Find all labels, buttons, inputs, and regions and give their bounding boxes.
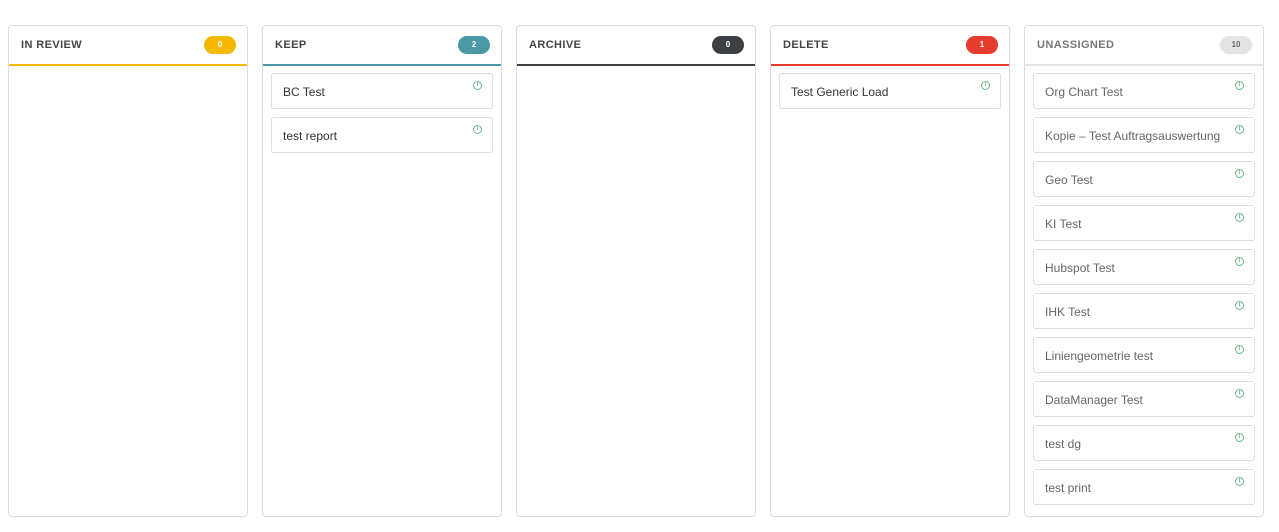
report-card[interactable]: DataManager Test i — [1033, 381, 1255, 417]
card-label: IHK Test — [1045, 305, 1091, 319]
card-list: BC Test i test report i — [271, 73, 493, 161]
column-delete: DELETE 1 Test Generic Load i — [770, 25, 1010, 517]
column-unassigned: UNASSIGNED 10 Org Chart Test i Kopie – Tes… — [1024, 25, 1264, 517]
card-label: test print — [1045, 481, 1092, 495]
report-card[interactable]: Test Generic Load i — [779, 73, 1001, 109]
report-card[interactable]: test print i — [1033, 469, 1255, 505]
column-header: IN REVIEW 0 — [9, 26, 247, 66]
column-in-review: IN REVIEW 0 — [8, 25, 248, 517]
info-icon[interactable]: i — [1235, 389, 1244, 398]
card-list: Org Chart Test i Kopie – Test Auftragsausw… — [1033, 73, 1255, 513]
column-header: KEEP 2 — [263, 26, 501, 66]
card-label: Hubspot Test — [1045, 261, 1115, 275]
card-label: Kopie – Test Auftragsauswertung — [1045, 129, 1221, 143]
report-card[interactable]: Liniengeometrie test i — [1033, 337, 1255, 373]
column-title: KEEP — [275, 39, 307, 51]
count-badge: 0 — [712, 36, 744, 54]
card-label: KI Test — [1045, 217, 1082, 231]
column-title: IN REVIEW — [21, 39, 83, 51]
card-label: Geo Test — [1045, 173, 1093, 187]
info-icon[interactable]: i — [1235, 169, 1244, 178]
column-title: UNASSIGNED — [1037, 39, 1115, 51]
column-header: DELETE 1 — [771, 26, 1009, 66]
kanban-board: IN REVIEW 0 KEEP 2 BC Test i test report i … — [0, 0, 1279, 532]
column-header: UNASSIGNED 10 — [1025, 26, 1263, 66]
count-badge: 2 — [458, 36, 490, 54]
info-icon[interactable]: i — [1235, 477, 1244, 486]
column-title: DELETE — [783, 39, 829, 51]
column-title: ARCHIVE — [529, 39, 582, 51]
card-label: Liniengeometrie test — [1045, 349, 1154, 363]
report-card[interactable]: Geo Test i — [1033, 161, 1255, 197]
info-icon[interactable]: i — [473, 81, 482, 90]
report-card[interactable]: Org Chart Test i — [1033, 73, 1255, 109]
count-badge: 10 — [1220, 36, 1252, 54]
info-icon[interactable]: i — [981, 81, 990, 90]
card-label: test report — [283, 129, 338, 143]
info-icon[interactable]: i — [1235, 81, 1244, 90]
info-icon[interactable]: i — [1235, 301, 1244, 310]
card-label: Org Chart Test — [1045, 85, 1123, 99]
report-card[interactable]: test dg i — [1033, 425, 1255, 461]
report-card[interactable]: test report i — [271, 117, 493, 153]
column-header: ARCHIVE 0 — [517, 26, 755, 66]
info-icon[interactable]: i — [1235, 345, 1244, 354]
report-card[interactable]: Hubspot Test i — [1033, 249, 1255, 285]
info-icon[interactable]: i — [1235, 433, 1244, 442]
count-badge: 0 — [204, 36, 236, 54]
report-card[interactable]: IHK Test i — [1033, 293, 1255, 329]
report-card[interactable]: BC Test i — [271, 73, 493, 109]
column-keep: KEEP 2 BC Test i test report i — [262, 25, 502, 517]
card-label: DataManager Test — [1045, 393, 1143, 407]
info-icon[interactable]: i — [473, 125, 482, 134]
card-list: Test Generic Load i — [779, 73, 1001, 117]
card-label: Test Generic Load — [791, 85, 889, 99]
column-archive: ARCHIVE 0 — [516, 25, 756, 517]
card-label: test dg — [1045, 437, 1082, 451]
count-badge: 1 — [966, 36, 998, 54]
report-card[interactable]: Kopie – Test Auftragsauswertung i — [1033, 117, 1255, 153]
report-card[interactable]: KI Test i — [1033, 205, 1255, 241]
info-icon[interactable]: i — [1235, 257, 1244, 266]
card-label: BC Test — [283, 85, 325, 99]
info-icon[interactable]: i — [1235, 125, 1244, 134]
info-icon[interactable]: i — [1235, 213, 1244, 222]
